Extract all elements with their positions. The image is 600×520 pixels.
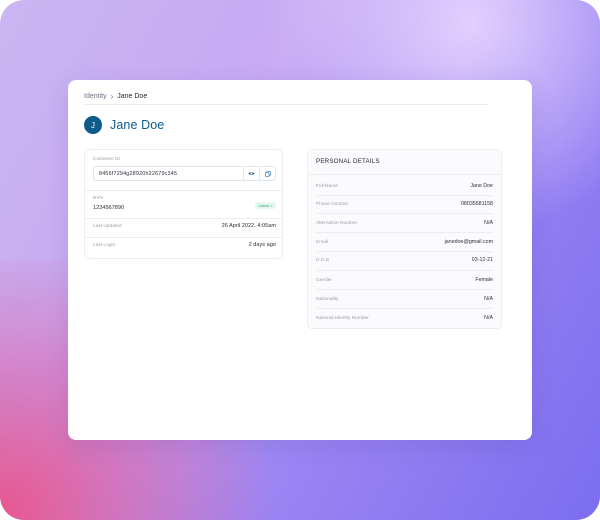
section-title: PERSONAL DETAILS [316,158,380,165]
bvn-block: BVN 1234567890 Linked ✓ [93,196,276,211]
detail-row-phone: Phone Number 08035681158 [316,195,493,213]
customer-id-label: Customer ID [93,157,120,162]
status-badge: Linked ✓ [255,202,276,209]
eye-icon [248,172,255,175]
reveal-button[interactable] [243,167,259,180]
customer-id-value[interactable]: 8456f7294g28920h22679c345 [94,167,243,180]
profile-header: J Jane Doe [84,116,164,134]
customer-id-block: Customer ID 8456f7294g28920h22679c345 [93,157,276,181]
detail-label: National Identity Number [316,315,369,321]
identity-card: Identity › Jane Doe J Jane Doe Customer … [68,80,532,440]
last-login-row: Last Login 2 days ago [93,242,276,248]
copy-icon [264,170,271,177]
divider [85,218,282,219]
detail-value: 08035681158 [460,201,493,207]
detail-row-full-name: Full Name Jane Doe [316,177,493,195]
detail-row-gender: Gender Female [316,271,493,289]
detail-value: Jane Doe [470,183,493,189]
breadcrumb-current: Jane Doe [117,92,148,100]
detail-value: N/A [484,315,493,321]
last-login-label: Last Login [93,242,116,248]
bvn-label: BVN [93,196,103,201]
divider [84,104,488,105]
divider [85,190,282,191]
detail-row-dob: D.O.B 03-12-21 [316,251,493,269]
last-login-value: 2 days ago [248,242,276,248]
page-title: Jane Doe [110,118,165,132]
avatar: J [84,116,102,134]
detail-row-alt-number: Alternative Number N/A [316,214,493,232]
chevron-right-icon: › [110,91,114,101]
detail-value: Female [475,277,493,283]
last-updated-value: 26 April 2022, 4:05am [221,223,276,229]
last-updated-label: Last Updated [93,223,122,229]
breadcrumb: Identity › Jane Doe [84,89,147,103]
check-icon: ✓ [269,203,273,208]
personal-details-panel: PERSONAL DETAILS Full Name Jane Doe Phon… [307,149,502,329]
detail-label: Alternative Number [316,220,358,226]
detail-label: D.O.B [316,257,330,263]
detail-row-email: Email janedoe@gmail.com [316,233,493,251]
summary-panel: Customer ID 8456f7294g28920h22679c345 BV… [84,149,283,259]
detail-value: janedoe@gmail.com [444,239,493,245]
detail-value: N/A [484,220,493,226]
detail-value: N/A [484,296,493,302]
last-updated-row: Last Updated 26 April 2022, 4:05am [93,223,276,229]
bvn-value: 1234567890 [93,205,125,211]
detail-label: Full Name [316,183,338,189]
customer-id-field: 8456f7294g28920h22679c345 [93,166,276,181]
detail-value: 03-12-21 [471,257,493,263]
detail-row-nationality: Nationality N/A [316,290,493,308]
detail-label: Phone Number [316,201,349,207]
detail-label: Nationality [316,296,339,302]
detail-row-nin: National Identity Number N/A [316,309,493,327]
detail-label: Email [316,239,328,245]
detail-label: Gender [316,277,332,283]
status-badge-label: Linked [258,203,269,208]
copy-button[interactable] [259,167,275,180]
breadcrumb-root[interactable]: Identity [84,93,107,100]
divider [308,174,501,175]
divider [85,237,282,238]
